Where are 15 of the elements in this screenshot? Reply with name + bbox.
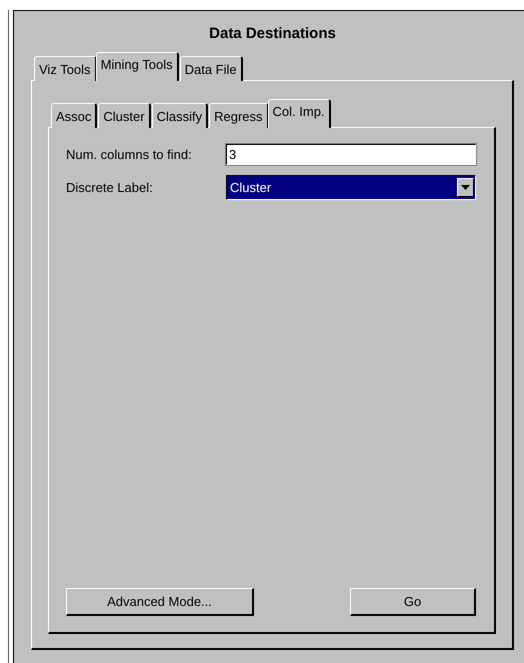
tab[interactable]: Viz Tools — [34, 56, 97, 81]
field-label: Num. columns to find: — [66, 147, 193, 162]
panel-title: Data Destinations — [208, 24, 337, 44]
tab[interactable]: Regress — [209, 103, 269, 128]
tab[interactable]: Data File — [180, 56, 243, 81]
dropdown[interactable]: Cluster — [226, 175, 476, 200]
tab[interactable]: Mining Tools — [96, 52, 179, 81]
tab[interactable]: Cluster — [98, 103, 151, 128]
input-field[interactable]: 3 — [226, 144, 476, 165]
button[interactable]: Advanced Mode... — [66, 588, 254, 616]
tab[interactable]: Col. Imp. — [268, 99, 331, 128]
tab[interactable]: Assoc — [51, 103, 98, 128]
tab[interactable]: Classify — [152, 103, 208, 128]
button[interactable]: Go — [350, 588, 476, 616]
field-label: Discrete Label: — [66, 180, 154, 195]
